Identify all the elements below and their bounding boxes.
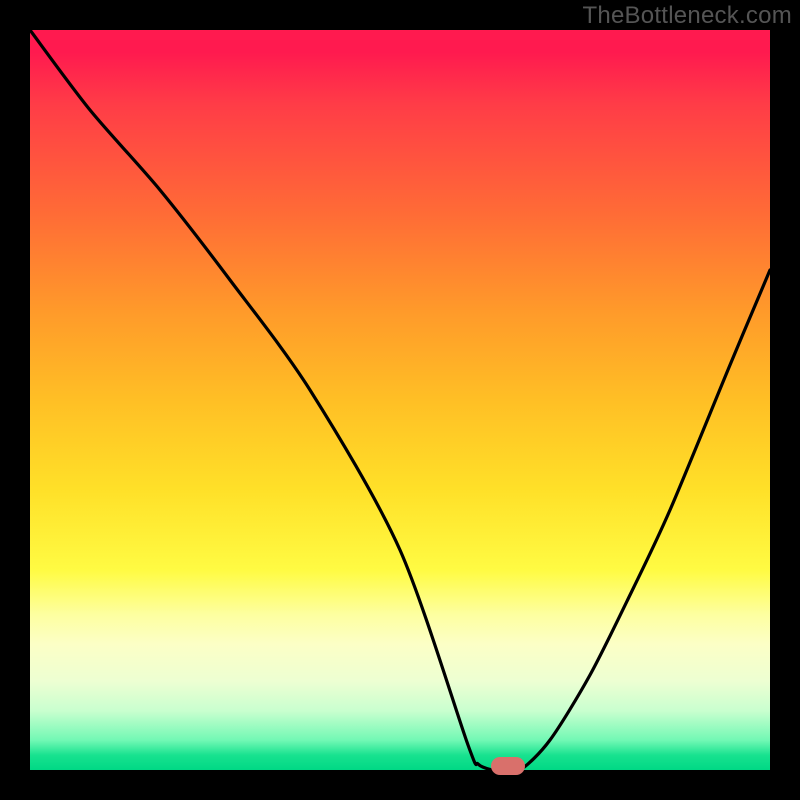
curve-line [30,30,770,772]
bottleneck-curve [30,30,770,770]
marker-pill [491,757,525,775]
chart-frame: TheBottleneck.com [0,0,800,800]
plot-area [30,30,770,770]
watermark-text: TheBottleneck.com [582,2,792,30]
